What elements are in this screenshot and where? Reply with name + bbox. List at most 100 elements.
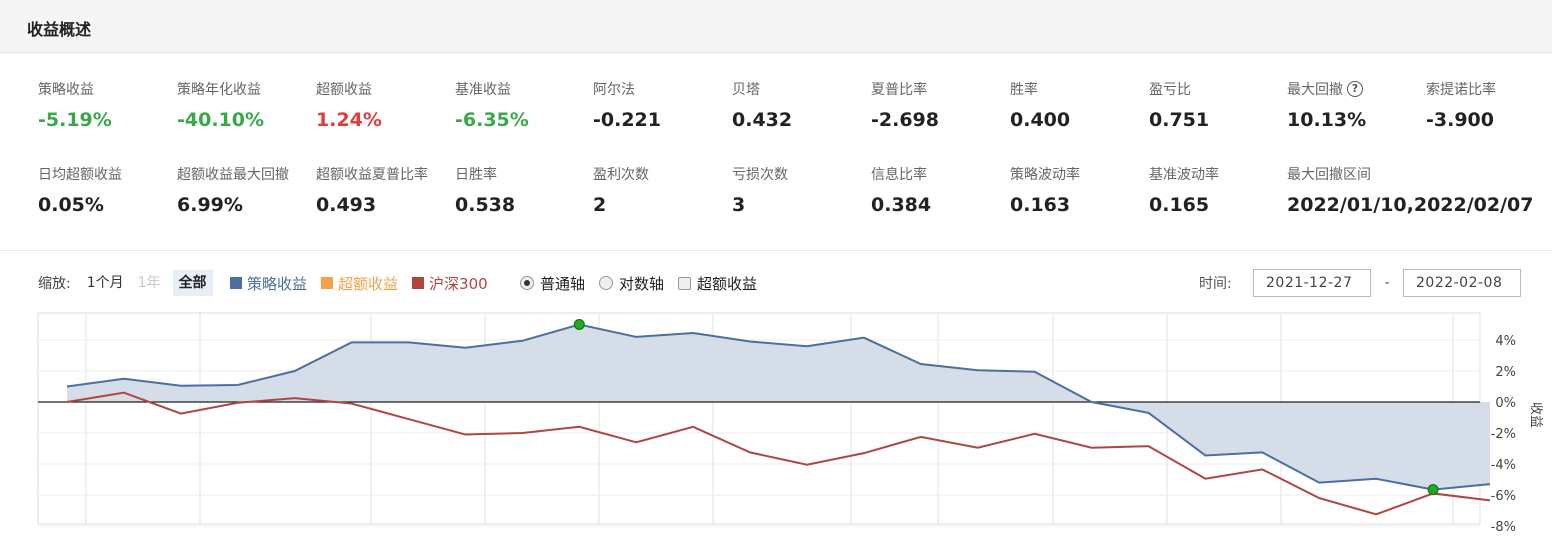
- metric-label-text: 日胜率: [455, 167, 497, 183]
- metric-label-text: 策略年化收益: [177, 82, 261, 98]
- metric-metrics_row2-7: 策略波动率 0.163: [1010, 164, 1080, 216]
- metric-label: 最大回撤?: [1287, 79, 1366, 99]
- metric-metrics_row1-9: 最大回撤? 10.13%: [1287, 79, 1366, 131]
- legend-label: 策略收益: [247, 274, 308, 293]
- metric-label-text: 信息比率: [871, 167, 927, 183]
- y-axis-label: 收益: [1528, 402, 1543, 428]
- metrics-panel: 策略收益 -5.19% 策略年化收益 -40.10% 超额收益 1.24% 基准收益 -6.3…: [0, 53, 1552, 251]
- metric-label-text: 索提诺比率: [1426, 82, 1496, 98]
- metric-metrics_row1-7: 胜率 0.400: [1010, 79, 1070, 131]
- metric-value: -40.10%: [177, 109, 265, 131]
- legend-hs300[interactable]: 沪深300: [412, 273, 488, 294]
- time-label: 时间:: [1199, 276, 1232, 292]
- metric-metrics_row2-5: 亏损次数 3: [732, 164, 788, 216]
- end-date-input[interactable]: [1403, 269, 1521, 297]
- metric-value: 0.384: [871, 194, 932, 216]
- metric-label-text: 超额收益: [316, 82, 372, 98]
- axis-normal-label: 普通轴: [540, 274, 586, 293]
- metric-value: 0.751: [1149, 109, 1210, 131]
- metric-label: 超额收益夏普比率: [316, 164, 428, 184]
- metric-label-text: 阿尔法: [593, 82, 635, 98]
- metric-metrics_row2-3: 日胜率 0.538: [455, 164, 515, 216]
- y-tick-label: -8%: [1491, 520, 1516, 535]
- metric-label: 最大回撤区间: [1287, 164, 1534, 184]
- metric-metrics_row1-10: 索提诺比率 -3.900: [1426, 79, 1496, 131]
- metric-label-text: 盈利次数: [593, 167, 649, 183]
- y-tick-label: 0%: [1495, 396, 1516, 411]
- metric-value: 0.165: [1149, 194, 1210, 216]
- metric-label-text: 胜率: [1010, 82, 1038, 98]
- legend-strategy-return[interactable]: 策略收益: [230, 273, 307, 294]
- metric-value: 2: [593, 194, 607, 216]
- metric-label: 盈亏比: [1149, 79, 1209, 99]
- axis-log-radio[interactable]: 对数轴: [599, 273, 664, 294]
- metric-value: -2.698: [871, 109, 939, 131]
- metric-label: 策略收益: [38, 79, 112, 99]
- metric-label: 策略年化收益: [177, 79, 264, 99]
- y-tick-label: 4%: [1495, 334, 1516, 349]
- zoom-group: 缩放: 1个月 1年 全部: [38, 270, 213, 296]
- metric-metrics_row1-1: 策略年化收益 -40.10%: [177, 79, 264, 131]
- drawdown-marker: [1427, 484, 1439, 496]
- zoom-1-year-button[interactable]: 1年: [132, 270, 167, 296]
- returns-chart-svg[interactable]: 4% 2% 0% -2% -4% -6% -8% 收益: [0, 305, 1552, 538]
- help-icon[interactable]: ?: [1347, 81, 1363, 97]
- y-tick-label: -4%: [1491, 458, 1516, 473]
- metric-label-text: 最大回撤: [1287, 82, 1343, 98]
- metric-label: 基准波动率: [1149, 164, 1219, 184]
- metric-label: 贝塔: [732, 79, 792, 99]
- metric-label: 策略波动率: [1010, 164, 1080, 184]
- chart-toolbar: 缩放: 1个月 1年 全部 策略收益 超额收益 沪深300 普通轴 对数轴 超额…: [0, 265, 1552, 305]
- metric-value: -5.19%: [38, 109, 112, 131]
- metric-value: 0.493: [316, 194, 377, 216]
- metric-metrics_row2-4: 盈利次数 2: [593, 164, 649, 216]
- metric-metrics_row2-9: 最大回撤区间 2022/01/10,2022/02/07: [1287, 164, 1534, 216]
- metric-metrics_row2-0: 日均超额收益 0.05%: [38, 164, 122, 216]
- metric-label: 超额收益最大回撤: [177, 164, 289, 184]
- excess-return-checkbox[interactable]: 超额收益: [678, 273, 757, 294]
- metric-value: 0.538: [455, 194, 516, 216]
- metric-metrics_row2-2: 超额收益夏普比率 0.493: [316, 164, 428, 216]
- metric-label: 阿尔法: [593, 79, 661, 99]
- metric-label: 亏损次数: [732, 164, 788, 184]
- axis-normal-radio[interactable]: 普通轴: [520, 273, 585, 294]
- start-date-input[interactable]: [1253, 269, 1371, 297]
- legend-swatch: [321, 277, 334, 289]
- zoom-all-button[interactable]: 全部: [172, 270, 213, 296]
- metric-value: -3.900: [1426, 109, 1494, 131]
- metric-value: 6.99%: [177, 194, 243, 216]
- metric-metrics_row1-2: 超额收益 1.24%: [316, 79, 382, 131]
- legend-label: 超额收益: [338, 274, 399, 293]
- metric-label: 日胜率: [455, 164, 515, 184]
- legend-swatch: [412, 277, 425, 289]
- metric-label-text: 日均超额收益: [38, 167, 122, 183]
- summary-header: 收益概述: [0, 0, 1552, 53]
- metric-label-text: 基准收益: [455, 82, 511, 98]
- zoom-1-month-button[interactable]: 1个月: [81, 270, 130, 296]
- metric-label-text: 策略收益: [38, 82, 94, 98]
- metric-label: 基准收益: [455, 79, 529, 99]
- metric-value: 2022/01/10,2022/02/07: [1287, 194, 1534, 216]
- metric-label: 索提诺比率: [1426, 79, 1496, 99]
- metric-metrics_row1-0: 策略收益 -5.19%: [38, 79, 112, 131]
- metric-label: 日均超额收益: [38, 164, 122, 184]
- radio-icon: [520, 276, 534, 290]
- axis-options: 普通轴 对数轴 超额收益: [520, 270, 757, 296]
- axis-log-label: 对数轴: [619, 274, 665, 293]
- metric-label-text: 超额收益最大回撤: [177, 167, 289, 183]
- metric-metrics_row1-8: 盈亏比 0.751: [1149, 79, 1209, 131]
- metric-value: 0.400: [1010, 109, 1071, 131]
- legend-swatch: [230, 277, 242, 289]
- metric-value: 1.24%: [316, 109, 382, 131]
- metric-label: 超额收益: [316, 79, 382, 99]
- metric-metrics_row1-5: 贝塔 0.432: [732, 79, 792, 131]
- legend-excess-return[interactable]: 超额收益: [321, 273, 398, 294]
- metric-label-text: 夏普比率: [871, 82, 927, 98]
- metric-label-text: 基准波动率: [1149, 167, 1219, 183]
- metric-metrics_row1-3: 基准收益 -6.35%: [455, 79, 529, 131]
- radio-icon: [599, 276, 614, 290]
- metric-label-text: 盈亏比: [1149, 82, 1191, 98]
- chart-legend: 策略收益 超额收益 沪深300: [230, 270, 488, 296]
- metric-value: 3: [732, 194, 746, 216]
- returns-chart: 4% 2% 0% -2% -4% -6% -8% 收益: [0, 305, 1552, 538]
